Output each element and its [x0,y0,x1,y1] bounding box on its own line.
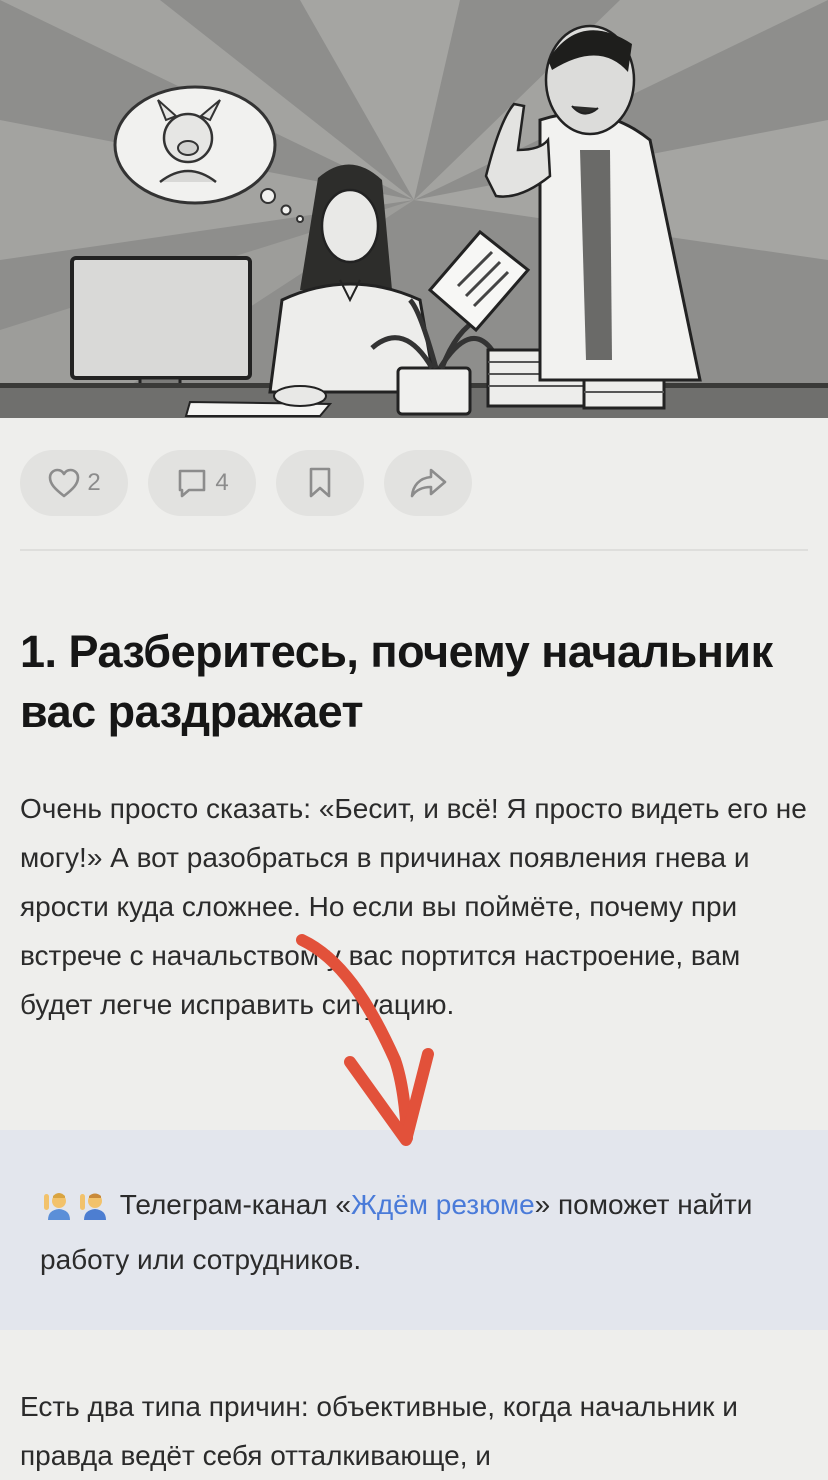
bookmark-icon [305,466,335,500]
hero-illustration [0,0,828,418]
telegram-callout: Телеграм-канал «Ждём резюме» поможет най… [0,1130,828,1330]
person-raising-hand-icon [40,1186,72,1235]
comment-icon [175,467,209,499]
comment-count: 4 [215,469,229,496]
person-raising-hand-icon [76,1186,108,1235]
callout-text: Телеграм-канал «Ждём резюме» поможет най… [40,1180,800,1284]
section-heading: 1. Разберитесь, почему начальник вас раз… [20,626,773,737]
like-button[interactable]: 2 [20,450,128,516]
callout-text-before: Телеграм-канал « [119,1189,351,1220]
article-paragraph: Очень просто сказать: «Бесит, и всё! Я п… [20,793,807,1020]
divider [20,549,808,551]
action-bar: 2 4 [20,450,472,518]
share-button[interactable] [384,450,472,516]
like-count: 2 [87,469,101,496]
telegram-channel-link[interactable]: Ждём резюме [351,1189,535,1220]
share-icon [408,466,448,500]
heart-icon [47,467,81,499]
article-paragraph-2: Есть два типа причин: объективные, когда… [20,1391,738,1471]
comment-button[interactable]: 4 [148,450,256,516]
bookmark-button[interactable] [276,450,364,516]
